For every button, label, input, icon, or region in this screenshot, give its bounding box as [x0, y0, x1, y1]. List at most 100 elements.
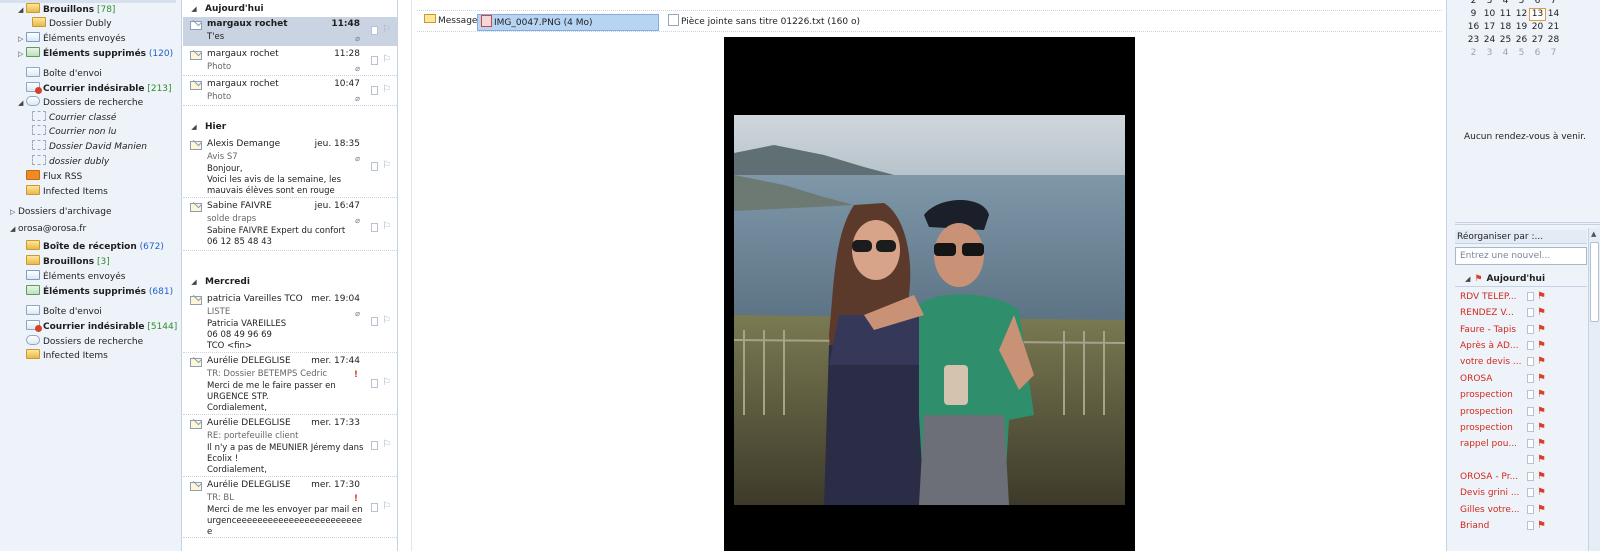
flag-icon[interactable]: ⚑ — [1537, 322, 1546, 338]
flag-icon[interactable]: ⚐ — [382, 160, 391, 171]
task-checkbox[interactable] — [1527, 407, 1534, 416]
task-item[interactable]: ⚑ — [1455, 452, 1587, 468]
category-box[interactable] — [371, 503, 378, 512]
flag-icon[interactable]: ⚐ — [382, 221, 391, 232]
message-row[interactable]: Aurélie DELEGLISE mer. 17:33 RE: portefe… — [183, 416, 397, 477]
pane-splitter[interactable] — [1455, 222, 1600, 225]
calendar-day[interactable]: 11 — [1497, 8, 1514, 21]
flag-icon[interactable]: ⚑ — [1537, 354, 1546, 370]
flag-icon[interactable]: ⚑ — [1537, 485, 1546, 501]
calendar-day[interactable]: 25 — [1497, 34, 1514, 47]
folder-dossier-dubly[interactable]: Dossier Dubly — [32, 17, 112, 32]
task-checkbox[interactable] — [1527, 423, 1534, 432]
flag-icon[interactable]: ⚑ — [1537, 420, 1546, 436]
collapse-icon[interactable]: ◢ — [183, 273, 205, 291]
task-checkbox[interactable] — [1527, 325, 1534, 334]
task-item[interactable]: OROSA - Pr... ⚑ — [1455, 469, 1587, 485]
flag-icon[interactable]: ⚐ — [382, 439, 391, 450]
task-item[interactable]: prospection ⚑ — [1455, 387, 1587, 403]
expand-icon[interactable]: ▷ — [10, 205, 18, 220]
task-checkbox[interactable] — [1527, 505, 1534, 514]
calendar-day[interactable]: 16 — [1465, 21, 1482, 34]
folder-recherche-2[interactable]: Dossiers de recherche — [26, 335, 143, 350]
calendar-day[interactable]: 9 — [1465, 8, 1482, 21]
folder-reception[interactable]: Boîte de réception (672) — [26, 240, 164, 255]
calendar-day[interactable]: 10 — [1481, 8, 1498, 21]
message-row[interactable]: margaux rochet 11:28 Photo ⌀ ⚐ — [183, 47, 397, 76]
calendar-day-today[interactable]: 13 — [1529, 8, 1546, 21]
flag-icon[interactable]: ⚑ — [1537, 305, 1546, 321]
flag-icon[interactable]: ⚐ — [382, 501, 391, 512]
calendar-day[interactable]: 28 — [1545, 34, 1562, 47]
flag-icon[interactable]: ⚑ — [1537, 452, 1546, 468]
folder-courrier-classe[interactable]: Courrier classé — [32, 111, 116, 126]
task-checkbox[interactable] — [1527, 488, 1534, 497]
calendar-day[interactable]: 5 — [1513, 0, 1530, 8]
calendar-day[interactable]: 3 — [1481, 47, 1498, 60]
folder-recherche[interactable]: ◢ Dossiers de recherche — [18, 96, 143, 111]
task-item[interactable]: OROSA ⚑ — [1455, 371, 1587, 387]
message-row[interactable]: patricia Vareilles TCO mer. 19:04 LISTE … — [183, 292, 397, 353]
group-header-wednesday[interactable]: ◢ Mercredi — [183, 273, 398, 291]
folder-envoyes[interactable]: ▷ Éléments envoyés — [18, 32, 125, 47]
expand-icon[interactable]: ▷ — [18, 32, 26, 47]
task-item[interactable]: Après à AD... ⚑ — [1455, 338, 1587, 354]
flag-icon[interactable]: ⚑ — [1537, 371, 1546, 387]
folder-courrier-non-lu[interactable]: Courrier non lu — [32, 125, 116, 140]
scroll-thumb[interactable] — [1590, 242, 1599, 322]
calendar-day[interactable]: 6 — [1529, 47, 1546, 60]
task-checkbox[interactable] — [1527, 308, 1534, 317]
flag-icon[interactable]: ⚑ — [1537, 387, 1546, 403]
flag-icon[interactable]: ⚐ — [382, 315, 391, 326]
calendar-day[interactable]: 21 — [1545, 21, 1562, 34]
calendar-day[interactable]: 7 — [1545, 47, 1562, 60]
folder-indesirable-2[interactable]: Courrier indésirable [5144] — [26, 320, 177, 335]
calendar-day[interactable]: 6 — [1529, 0, 1546, 8]
expand-icon[interactable]: ▷ — [18, 47, 26, 62]
folder-infected-2[interactable]: Infected Items — [26, 349, 108, 364]
task-checkbox[interactable] — [1527, 472, 1534, 481]
task-group-today[interactable]: ◢ ⚑ Aujourd'hui — [1455, 271, 1587, 287]
flag-icon[interactable]: ⚑ — [1537, 469, 1546, 485]
calendar-day[interactable]: 14 — [1545, 8, 1562, 21]
scroll-up-icon[interactable]: ▲ — [1591, 230, 1596, 238]
calendar-day[interactable]: 17 — [1481, 21, 1498, 34]
collapse-icon[interactable]: ◢ — [10, 222, 18, 237]
task-checkbox[interactable] — [1527, 390, 1534, 399]
calendar-day[interactable]: 2 — [1465, 47, 1482, 60]
category-box[interactable] — [371, 162, 378, 171]
folder-supprimes[interactable]: ▷ Éléments supprimés (120) — [18, 47, 173, 62]
flag-icon[interactable]: ⚐ — [382, 377, 391, 388]
message-row[interactable]: margaux rochet 10:47 Photo ⌀ ⚐ — [183, 77, 397, 106]
flag-icon[interactable]: ⚑ — [1537, 338, 1546, 354]
flag-icon[interactable]: ⚐ — [382, 24, 391, 35]
arrange-by-header[interactable]: Réorganiser par :... — [1455, 230, 1587, 244]
folder-brouillons[interactable]: ◢ Brouillons [78] — [18, 3, 115, 18]
category-box[interactable] — [371, 56, 378, 65]
attachment-text[interactable]: Pièce jointe sans titre 01226.txt (160 o… — [665, 14, 863, 31]
task-item[interactable]: Devis grini ... ⚑ — [1455, 485, 1587, 501]
message-row[interactable]: Alexis Demange jeu. 18:35 Avis S7 Bonjou… — [183, 137, 397, 198]
folder-boite-envoi-2[interactable]: Boîte d'envoi — [26, 305, 102, 320]
todo-scrollbar[interactable]: ▲ — [1588, 228, 1600, 551]
flag-icon[interactable]: ⚑ — [1537, 502, 1546, 518]
task-item[interactable]: Faure - Tapis ⚑ — [1455, 322, 1587, 338]
task-item[interactable]: RENDEZ V... ⚑ — [1455, 305, 1587, 321]
account-orosa[interactable]: ◢ orosa@orosa.fr — [10, 222, 86, 237]
task-item[interactable]: Briand ⚑ — [1455, 518, 1587, 534]
calendar-day[interactable]: 12 — [1513, 8, 1530, 21]
category-box[interactable] — [371, 86, 378, 95]
collapse-icon[interactable]: ◢ — [18, 3, 26, 18]
group-header-today[interactable]: ◢ Aujourd'hui — [183, 0, 398, 18]
task-checkbox[interactable] — [1527, 341, 1534, 350]
calendar-day[interactable]: 23 — [1465, 34, 1482, 47]
task-item[interactable]: prospection ⚑ — [1455, 404, 1587, 420]
calendar-day[interactable]: 18 — [1497, 21, 1514, 34]
flag-icon[interactable]: ⚐ — [382, 54, 391, 65]
collapse-icon[interactable]: ◢ — [183, 0, 205, 18]
message-row[interactable]: Aurélie DELEGLISE mer. 17:44 TR: Dossier… — [183, 354, 397, 415]
task-item[interactable]: RDV TELEP... ⚑ — [1455, 289, 1587, 305]
flag-icon[interactable]: ⚑ — [1537, 289, 1546, 305]
category-box[interactable] — [371, 441, 378, 450]
task-checkbox[interactable] — [1527, 455, 1534, 464]
